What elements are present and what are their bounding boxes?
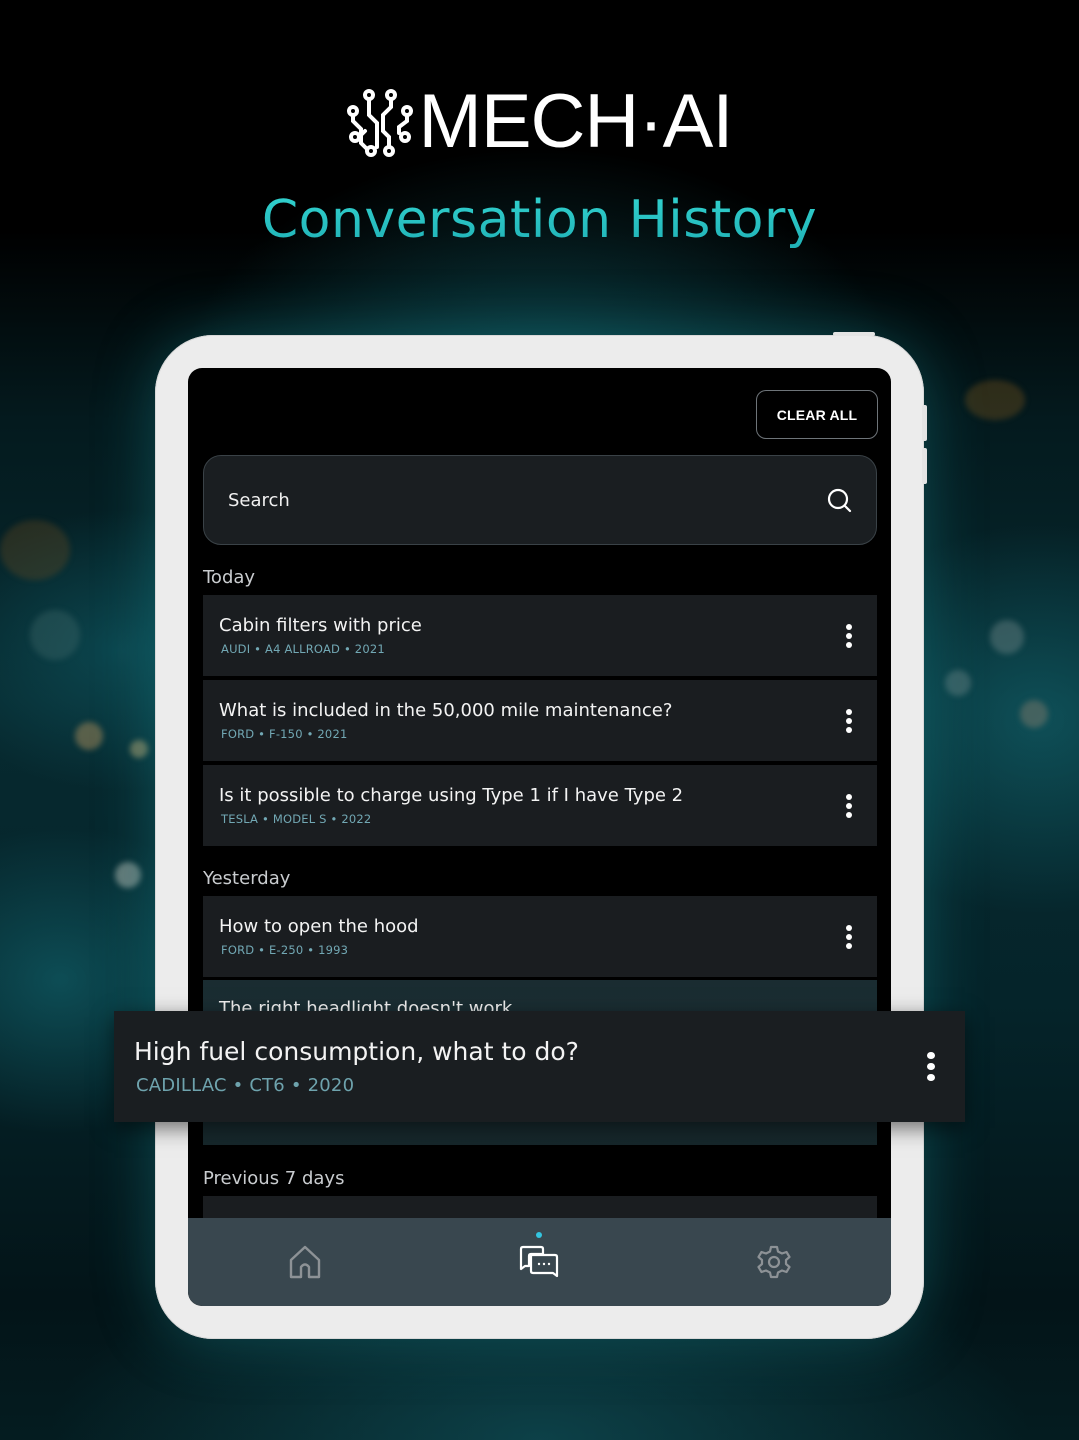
gear-icon [757, 1245, 791, 1279]
conversation-title: How to open the hood [219, 916, 419, 938]
background-bokeh [75, 722, 103, 750]
tablet-frame: CLEAR ALL Today Cabin filters with price… [155, 332, 927, 1339]
nav-home[interactable] [250, 1218, 360, 1306]
search-icon[interactable] [826, 487, 852, 513]
background-bokeh [1020, 700, 1048, 728]
background-bokeh [945, 670, 971, 696]
page-title: Conversation History [0, 190, 1079, 250]
brand-name: MECH·AI [418, 79, 734, 164]
background-bokeh [115, 862, 141, 888]
conversation-item[interactable] [203, 1196, 877, 1218]
background-bokeh [130, 740, 148, 758]
home-icon [289, 1245, 321, 1279]
more-options-icon[interactable] [837, 706, 861, 736]
section-label-yesterday: Yesterday [203, 868, 291, 889]
tablet-volume-down-button [922, 448, 927, 484]
highlighted-conversation-item[interactable]: High fuel consumption, what to do? CADIL… [114, 1011, 965, 1122]
section-label-previous-7-days: Previous 7 days [203, 1168, 345, 1189]
conversation-vehicle: AUDI • A4 ALLROAD • 2021 [221, 641, 385, 656]
search-bar[interactable] [203, 455, 877, 545]
tablet-power-button [833, 332, 875, 336]
tablet-volume-up-button [922, 405, 927, 441]
circuit-brain-icon [346, 89, 413, 157]
conversation-title: What is included in the 50,000 mile main… [219, 700, 673, 722]
more-options-icon[interactable] [837, 922, 861, 952]
conversation-item[interactable]: Cabin filters with price AUDI • A4 ALLRO… [203, 595, 877, 676]
chat-bubbles-icon [520, 1245, 559, 1278]
nav-settings[interactable] [719, 1218, 829, 1306]
background-bokeh [990, 620, 1024, 654]
conversation-vehicle: FORD • E-250 • 1993 [221, 942, 349, 957]
background-bokeh [965, 380, 1025, 420]
section-label-today: Today [203, 567, 256, 588]
clear-all-button[interactable]: CLEAR ALL [756, 390, 878, 439]
more-options-icon[interactable] [919, 1051, 943, 1082]
brand-header: MECH·AI [0, 84, 1079, 160]
bottom-navigation [188, 1218, 891, 1306]
conversation-item[interactable]: What is included in the 50,000 mile main… [203, 680, 877, 761]
nav-conversations[interactable] [484, 1218, 594, 1306]
conversation-title: High fuel consumption, what to do? [134, 1037, 579, 1066]
conversation-item[interactable]: How to open the hood FORD • E-250 • 1993 [203, 896, 877, 977]
conversation-vehicle: CADILLAC • CT6 • 2020 [136, 1075, 355, 1096]
active-indicator-dot [536, 1232, 543, 1238]
conversation-title: Cabin filters with price [219, 615, 422, 637]
more-options-icon[interactable] [837, 791, 861, 821]
search-input[interactable] [228, 489, 826, 511]
conversation-vehicle: TESLA • MODEL S • 2022 [221, 811, 372, 826]
conversation-vehicle: FORD • F-150 • 2021 [221, 726, 348, 741]
background-bokeh [30, 610, 80, 660]
conversation-title: Is it possible to charge using Type 1 if… [219, 785, 684, 807]
app-screen: CLEAR ALL Today Cabin filters with price… [188, 368, 891, 1306]
more-options-icon[interactable] [837, 621, 861, 651]
background-bokeh [0, 520, 70, 580]
conversation-item[interactable]: Is it possible to charge using Type 1 if… [203, 765, 877, 846]
